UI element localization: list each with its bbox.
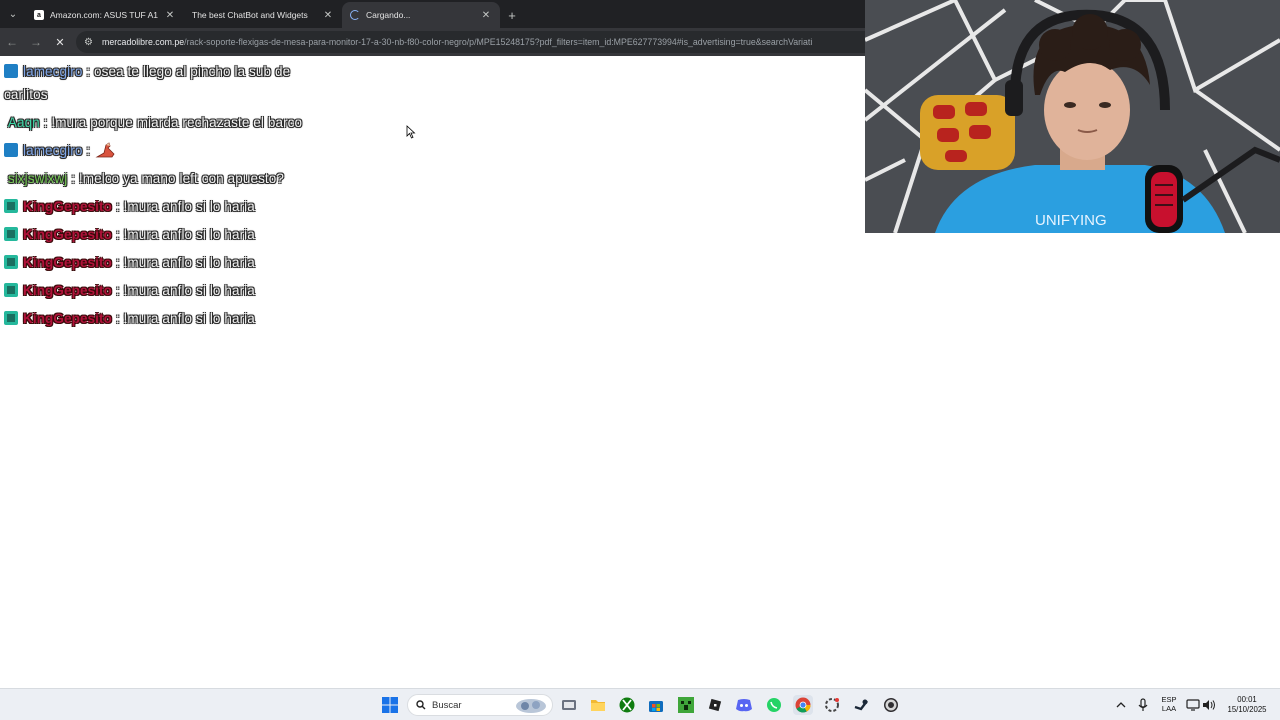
chat-username: Aaqn <box>7 115 40 130</box>
url-text[interactable]: mercadolibre.com.pe/rack-soporte-flexiga… <box>102 37 812 47</box>
chat-badge-icon <box>4 311 18 325</box>
search-highlight-icon <box>516 699 546 713</box>
webcam-feed-image: UNIFYING <box>865 0 1280 233</box>
app-settings-icon[interactable] <box>822 695 842 715</box>
chat-message: sixjswixwj : !melco ya mano left con apu… <box>7 171 284 186</box>
browser-tabstrip: ⌄ a Amazon.com: ASUS TUF A18 La ✕ ◉ The … <box>0 0 866 28</box>
steam-icon[interactable] <box>851 695 871 715</box>
url-domain: mercadolibre.com.pe <box>102 37 185 47</box>
lang-line2: LAA <box>1161 704 1177 713</box>
chat-message: Aaqn : !mura porque miarda rechazaste el… <box>7 115 303 130</box>
obs-icon[interactable] <box>881 695 901 715</box>
chevron-up-icon[interactable] <box>1111 695 1131 715</box>
chat-message: KingGepesito : !mura anflo si lo haria <box>4 307 309 330</box>
mouse-cursor-icon <box>406 125 416 139</box>
chat-username: sixjswixwj <box>7 171 68 186</box>
chat-text: !melco ya mano left con apuesto? <box>78 171 284 186</box>
taskbar-clock[interactable]: 00:01 15/10/2025 <box>1222 695 1272 715</box>
close-icon[interactable]: ✕ <box>322 10 334 21</box>
volume-icon[interactable] <box>1199 695 1219 715</box>
chat-username: KingGepesito <box>23 283 112 298</box>
chat-username: KingGepesito <box>23 255 112 270</box>
microphone-icon[interactable] <box>1133 695 1153 715</box>
forward-arrow-icon[interactable]: → <box>24 30 48 54</box>
chat-username: KingGepesito <box>23 199 112 214</box>
windows-taskbar: Buscar ESP LAA 00:01 15/10/2025 <box>0 688 1280 720</box>
whatsapp-icon[interactable] <box>764 695 784 715</box>
chat-badge-icon <box>4 227 18 241</box>
windows-start-icon[interactable] <box>380 695 400 715</box>
xbox-icon[interactable] <box>617 695 637 715</box>
chat-message: lamecgiro : <box>4 139 309 162</box>
amazon-icon: a <box>34 10 44 20</box>
chat-message: KingGepesito : !mura anflo si lo haria <box>4 279 309 302</box>
discord-icon[interactable] <box>734 695 754 715</box>
chat-text: !mura anflo si lo haria <box>123 283 255 298</box>
chat-badge-icon <box>4 199 18 213</box>
chat-text: !mura anflo si lo haria <box>123 311 255 326</box>
tab-title: Cargando... <box>366 10 411 20</box>
chat-text: !mura anflo si lo haria <box>123 255 255 270</box>
flexed-arm-emote-icon <box>95 142 115 158</box>
task-view-icon[interactable] <box>559 695 579 715</box>
site-info-icon[interactable]: ⚙ <box>84 37 94 48</box>
svg-text:UNIFYING: UNIFYING <box>1035 212 1107 229</box>
tab-chatbot[interactable]: ◉ The best ChatBot and Widgets ✕ <box>184 2 342 28</box>
loading-spinner-icon <box>350 10 360 20</box>
close-icon[interactable]: ✕ <box>480 10 492 21</box>
chat-badge-icon <box>4 64 18 78</box>
chat-username: lamecgiro <box>23 143 83 158</box>
microsoft-store-icon[interactable] <box>646 695 666 715</box>
file-explorer-icon[interactable] <box>588 695 608 715</box>
chat-text: !mura anflo si lo haria <box>123 199 255 214</box>
taskbar-search-input[interactable]: Buscar <box>407 694 553 716</box>
browser-toolbar: ← → ✕ ⚙ mercadolibre.com.pe/rack-soporte… <box>0 28 866 56</box>
chat-username: lamecgiro <box>23 64 83 79</box>
stop-loading-icon[interactable]: ✕ <box>48 30 72 54</box>
chat-text: !mura anflo si lo haria <box>123 227 255 242</box>
chat-badge-icon <box>4 283 18 297</box>
chat-badge-icon <box>4 143 18 157</box>
search-icon <box>416 700 426 710</box>
roblox-icon[interactable] <box>705 695 725 715</box>
address-bar[interactable]: ⚙ mercadolibre.com.pe/rack-soporte-flexi… <box>76 31 866 53</box>
chrome-icon[interactable] <box>793 695 813 715</box>
tab-search-chevron-icon[interactable]: ⌄ <box>0 0 26 28</box>
chat-message: lamecgiro : osea te llego al pincho la s… <box>4 64 291 102</box>
url-path: /rack-soporte-flexigas-de-mesa-para-moni… <box>184 37 813 47</box>
clock-date: 15/10/2025 <box>1227 705 1267 714</box>
chat-overlay: lamecgiro : osea te llego al pincho la s… <box>0 60 320 335</box>
new-tab-button[interactable]: + <box>500 2 524 28</box>
minecraft-icon[interactable] <box>676 695 696 715</box>
lang-line1: ESP <box>1161 695 1177 704</box>
chat-text: !mura porque miarda rechazaste el barco <box>51 115 303 130</box>
language-indicator[interactable]: ESP LAA <box>1158 695 1180 713</box>
tab-loading[interactable]: Cargando... ✕ <box>342 2 500 28</box>
close-icon[interactable]: ✕ <box>164 10 176 21</box>
back-arrow-icon[interactable]: ← <box>0 30 24 54</box>
chat-message: KingGepesito : !mura anflo si lo haria <box>4 195 309 218</box>
search-placeholder: Buscar <box>432 699 462 711</box>
chat-message: KingGepesito : !mura anflo si lo haria <box>4 223 309 246</box>
tab-amazon[interactable]: a Amazon.com: ASUS TUF A18 La ✕ <box>26 2 184 28</box>
tab-title: The best ChatBot and Widgets <box>192 10 308 20</box>
chat-username: KingGepesito <box>23 311 112 326</box>
webcam-overlay: UNIFYING <box>865 0 1280 233</box>
chat-username: KingGepesito <box>23 227 112 242</box>
clock-time: 00:01 <box>1237 695 1257 704</box>
chat-message: KingGepesito : !mura anflo si lo haria <box>4 251 309 274</box>
chat-badge-icon <box>4 255 18 269</box>
tab-title: Amazon.com: ASUS TUF A18 La <box>50 10 158 20</box>
